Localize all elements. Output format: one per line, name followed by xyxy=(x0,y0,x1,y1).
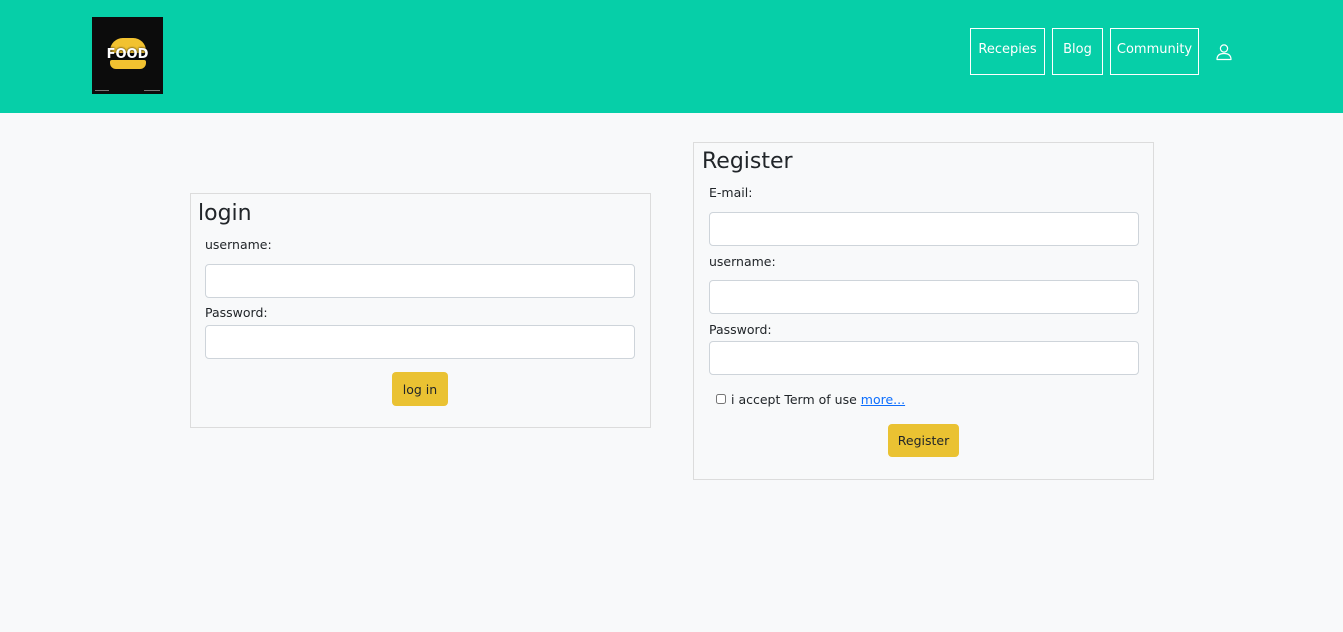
food-logo[interactable]: FOOD xyxy=(92,17,163,94)
login-button[interactable]: log in xyxy=(392,372,448,406)
register-button[interactable]: Register xyxy=(888,424,959,457)
register-email-input[interactable] xyxy=(709,212,1139,246)
register-email-label: E-mail: xyxy=(709,185,753,200)
terms-row: i accept Term of use more... xyxy=(716,390,905,408)
logo-fine-print xyxy=(144,90,160,91)
burger-bun-bottom-icon xyxy=(110,60,146,69)
login-username-input[interactable] xyxy=(205,264,635,298)
register-password-input[interactable] xyxy=(709,341,1139,375)
nav-blog-button[interactable]: Blog xyxy=(1052,28,1103,75)
register-title: Register xyxy=(702,149,793,174)
top-navbar: FOOD Recepies Blog Community xyxy=(0,0,1343,113)
terms-more-link[interactable]: more... xyxy=(861,392,905,407)
terms-text: i accept Term of use xyxy=(731,391,857,407)
nav-community-button[interactable]: Community xyxy=(1110,28,1199,75)
login-password-input[interactable] xyxy=(205,325,635,359)
terms-checkbox[interactable] xyxy=(716,394,726,404)
register-password-label: Password: xyxy=(709,322,772,337)
login-title: login xyxy=(198,201,252,226)
login-username-label: username: xyxy=(205,237,272,252)
login-password-label: Password: xyxy=(205,305,268,320)
logo-fine-print xyxy=(95,90,109,91)
register-username-input[interactable] xyxy=(709,280,1139,314)
register-username-label: username: xyxy=(709,254,776,269)
nav-recepies-button[interactable]: Recepies xyxy=(970,28,1045,75)
user-icon[interactable] xyxy=(1215,43,1233,61)
